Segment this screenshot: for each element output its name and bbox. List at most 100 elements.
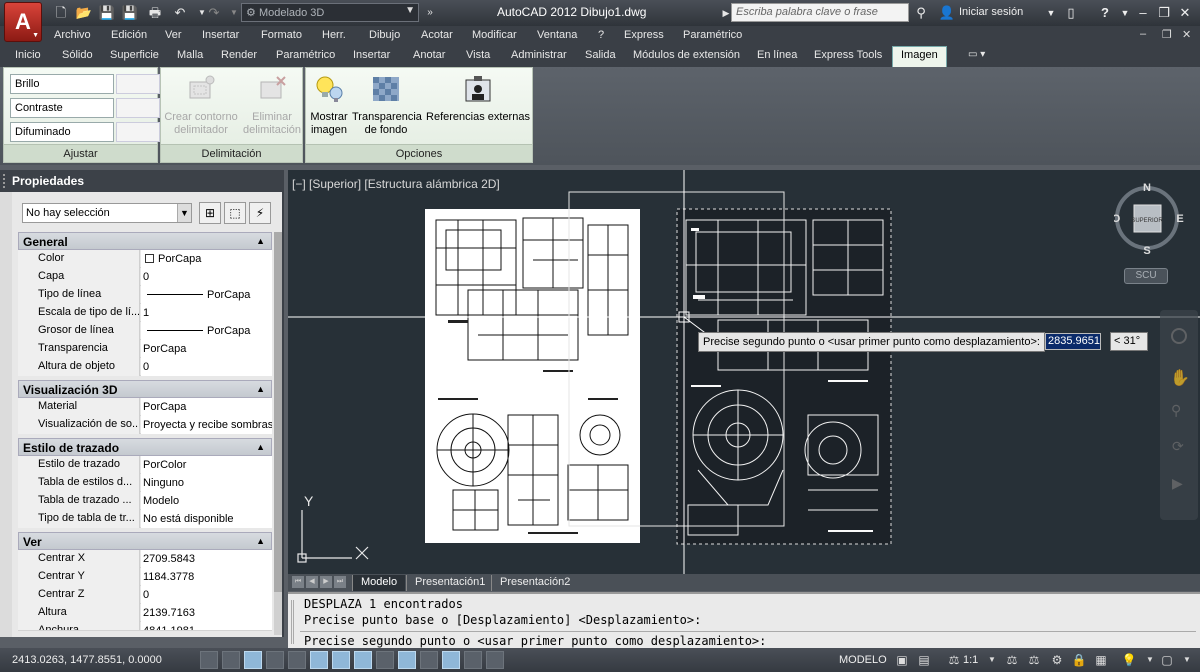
tab-administrar[interactable]: Administrar <box>511 49 567 61</box>
menu-express[interactable]: Express <box>624 29 664 41</box>
tab-insertar[interactable]: Insertar <box>353 49 390 61</box>
properties-scrollbar[interactable] <box>274 232 282 635</box>
quick-properties-icon[interactable] <box>464 651 482 669</box>
object-snap-tracking-icon[interactable] <box>354 651 372 669</box>
scrollbar-thumb[interactable] <box>274 232 282 592</box>
command-line-input[interactable]: Precise segundo punto o <usar primer pun… <box>304 634 766 648</box>
tab-superficie[interactable]: Superficie <box>110 49 159 61</box>
viewport-controls-label[interactable]: [−] [Superior] [Estructura alámbrica 2D] <box>292 177 500 191</box>
menu-archivo[interactable]: Archivo <box>54 29 91 41</box>
section-header-plotstyle[interactable]: Estilo de trazado ▲ <box>18 438 272 456</box>
menu-insertar[interactable]: Insertar <box>202 29 239 41</box>
pan-icon[interactable]: ✋ <box>1170 368 1190 388</box>
3d-object-snap-icon[interactable] <box>332 651 350 669</box>
drawing-canvas[interactable]: Y <box>288 170 1200 574</box>
first-layout-icon[interactable]: ⏮ <box>292 576 304 588</box>
coordinates-readout[interactable]: 2413.0263, 1477.8551, 0.0000 <box>12 654 162 666</box>
tab-en-linea[interactable]: En línea <box>757 49 797 61</box>
chevron-down-icon[interactable]: ▼ <box>1178 651 1196 669</box>
property-row[interactable]: Centrar X 2709.5843 <box>18 550 272 568</box>
tab-imagen[interactable]: Imagen <box>892 46 947 67</box>
brightness-slider[interactable]: Brillo <box>10 73 160 95</box>
tab-salida[interactable]: Salida <box>585 49 616 61</box>
annotation-visibility-icon[interactable]: ⚖ <box>1003 651 1021 669</box>
dynamic-ucs-icon[interactable] <box>376 651 394 669</box>
tab-malla[interactable]: Malla <box>177 49 203 61</box>
tab-vista[interactable]: Vista <box>466 49 490 61</box>
redo-icon[interactable]: ↷ <box>205 4 223 22</box>
property-row[interactable]: Altura 2139.7163 <box>18 604 272 622</box>
property-row[interactable]: Tipo de línea PorCapa <box>18 286 272 304</box>
grid-display-icon[interactable] <box>244 651 262 669</box>
next-layout-icon[interactable]: ▶ <box>320 576 332 588</box>
property-row[interactable]: Escala de tipo de lí... 1 <box>18 304 272 322</box>
save-as-icon[interactable]: 💾 <box>121 4 139 22</box>
signin-button[interactable]: Iniciar sesión <box>959 6 1023 18</box>
isolate-objects-icon[interactable]: 💡 <box>1120 651 1138 669</box>
contrast-slider[interactable]: Contraste <box>10 97 160 119</box>
showmotion-icon[interactable]: ▶ <box>1172 475 1183 492</box>
menu-formato[interactable]: Formato <box>261 29 302 41</box>
background-transparency-button[interactable]: Transparencia de fondo <box>352 74 422 137</box>
infer-constraints-icon[interactable] <box>200 651 218 669</box>
property-row[interactable]: Altura de objeto 0 <box>18 358 272 376</box>
clean-screen-icon[interactable]: ▢ <box>1158 651 1176 669</box>
section-header-view[interactable]: Ver ▲ <box>18 532 272 550</box>
property-row[interactable]: Color PorCapa <box>18 250 272 268</box>
doc-close-icon[interactable]: ✕ <box>1182 28 1191 41</box>
palette-side-bar[interactable] <box>0 192 12 637</box>
restore-icon[interactable]: ❐ <box>1155 4 1173 22</box>
zoom-icon[interactable]: ⚲ <box>1171 402 1181 419</box>
tab-anotar[interactable]: Anotar <box>413 49 445 61</box>
doc-restore-icon[interactable]: ❐ <box>1162 28 1172 41</box>
viewcube[interactable]: SUPERIOR N S E O <box>1112 182 1186 262</box>
drawing-area[interactable]: Y [−] [Superior] [Estructura alámbrica 2… <box>288 170 1200 574</box>
fade-value[interactable] <box>116 122 160 142</box>
tab-presentacion2[interactable]: Presentación2 <box>491 575 578 591</box>
prev-layout-icon[interactable]: ◀ <box>306 576 318 588</box>
tab-presentacion1[interactable]: Presentación1 <box>406 575 493 591</box>
lineweight-icon[interactable] <box>420 651 438 669</box>
quick-view-drawings-icon[interactable]: ▤ <box>915 651 933 669</box>
tab-render[interactable]: Render <box>221 49 257 61</box>
navigation-bar[interactable]: ✋ ⚲ ⟳ ▶ <box>1160 310 1198 520</box>
hardware-acceleration-icon[interactable]: ▦ <box>1092 651 1110 669</box>
section-header-vis3d[interactable]: Visualización 3D ▲ <box>18 380 272 398</box>
menu-parametrico[interactable]: Paramétrico <box>683 29 742 41</box>
doc-minimize-icon[interactable]: – <box>1140 28 1146 40</box>
property-row[interactable]: Centrar Z0 <box>18 586 272 604</box>
annotation-scale-value[interactable]: 1:1 <box>963 654 978 666</box>
property-row[interactable]: Tabla de estilos d... Ninguno <box>18 474 272 492</box>
viewcube-compass[interactable]: SUPERIOR N S E O <box>1112 182 1186 262</box>
menu-acotar[interactable]: Acotar <box>421 29 453 41</box>
model-space-button[interactable]: MODELO <box>839 654 887 666</box>
tab-solido[interactable]: Sólido <box>62 49 93 61</box>
workspace-switching-icon[interactable]: ⚙ <box>1048 651 1066 669</box>
open-file-icon[interactable]: 📂 <box>75 4 93 22</box>
menu-help[interactable]: ? <box>598 29 604 41</box>
undo-icon[interactable]: ↶ <box>171 4 189 22</box>
fade-slider[interactable]: Difuminado <box>10 121 160 143</box>
steering-wheel-icon[interactable] <box>1171 328 1187 344</box>
property-row[interactable]: Anchura 4841.1981 <box>18 622 272 631</box>
chevron-down-icon[interactable]: ▼ <box>1042 4 1060 22</box>
ucs-menu[interactable]: SCU <box>1124 268 1168 284</box>
section-header-general[interactable]: General ▲ <box>18 232 272 250</box>
tab-modulos[interactable]: Módulos de extensión <box>633 49 740 61</box>
brightness-value[interactable] <box>116 74 160 94</box>
property-row[interactable]: Material PorCapa <box>18 398 272 416</box>
tab-parametrico[interactable]: Paramétrico <box>276 49 335 61</box>
menu-dibujo[interactable]: Dibujo <box>369 29 400 41</box>
menu-modificar[interactable]: Modificar <box>472 29 517 41</box>
quick-view-layouts-icon[interactable]: ▣ <box>893 651 911 669</box>
select-objects-icon[interactable]: ⬚ <box>224 202 246 224</box>
save-icon[interactable]: 💾 <box>98 4 116 22</box>
plot-icon[interactable]: 🖶 <box>146 4 164 22</box>
raster-image-left[interactable] <box>425 209 640 543</box>
menu-edicion[interactable]: Edición <box>111 29 147 41</box>
property-row[interactable]: Estilo de trazado PorColor <box>18 456 272 474</box>
menu-ver[interactable]: Ver <box>165 29 182 41</box>
orbit-icon[interactable]: ⟳ <box>1172 438 1184 455</box>
application-menu-button[interactable]: A ▼ <box>4 2 42 42</box>
lock-icon[interactable]: 🔒 <box>1070 651 1088 669</box>
